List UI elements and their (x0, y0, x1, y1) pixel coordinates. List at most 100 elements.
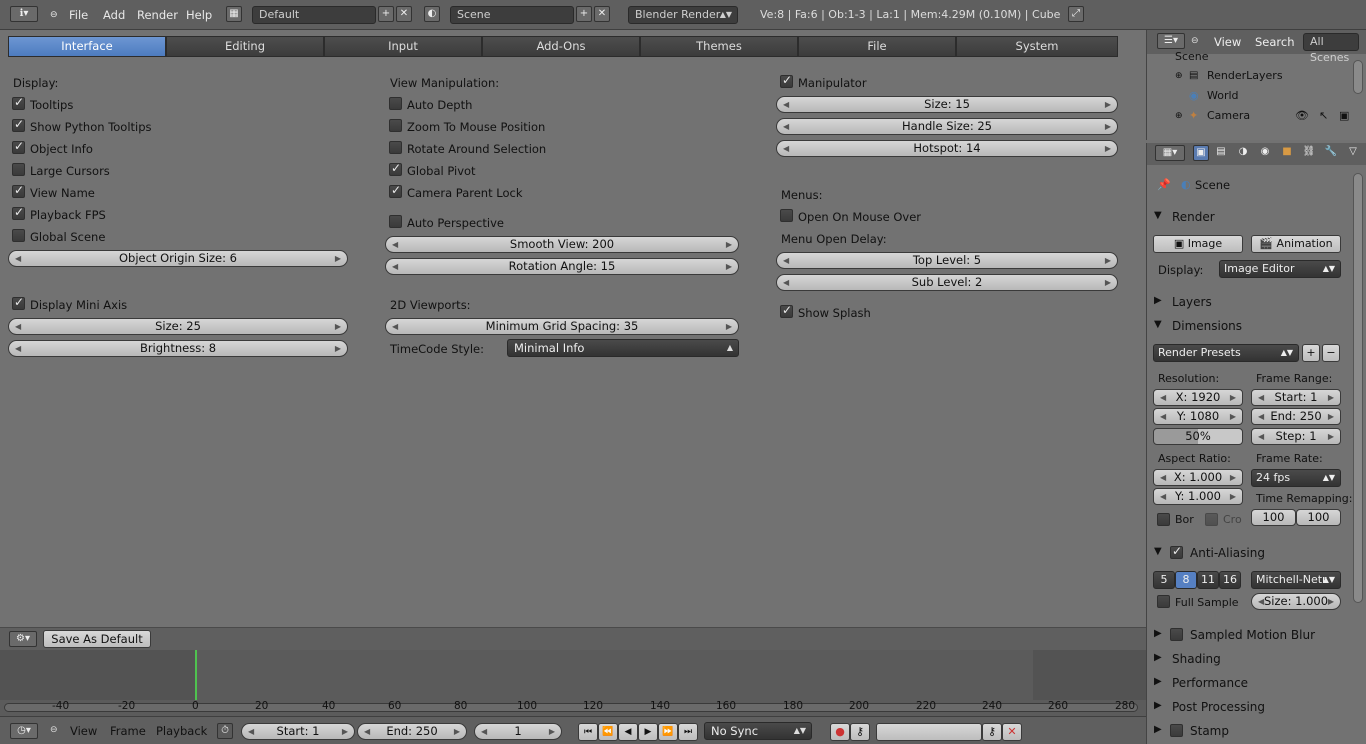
decrement-arrow-icon[interactable]: ◀ (1258, 429, 1264, 444)
dimensions-panel-header[interactable]: ▼ Dimensions (1148, 316, 1346, 338)
stamp-panel-header[interactable]: ▶ Stamp (1148, 721, 1346, 743)
jump-keyframe-back-icon[interactable]: ⏪ (598, 723, 618, 741)
resolution-y-field[interactable]: ◀ Y: 1080 ▶ (1153, 408, 1243, 425)
aa-samples-5[interactable]: 5 (1153, 571, 1175, 589)
info-editor-icon[interactable]: ℹ▾ (10, 6, 38, 22)
object-info-checkbox[interactable] (12, 139, 25, 154)
increment-arrow-icon[interactable]: ▶ (1328, 429, 1334, 444)
scene-field[interactable]: Scene (450, 6, 574, 24)
decrement-arrow-icon[interactable]: ◀ (783, 141, 789, 156)
scene-tab-icon[interactable]: ◑ (1235, 145, 1251, 161)
menu-help[interactable]: Help (186, 8, 212, 22)
play-reverse-icon[interactable]: ◀ (618, 723, 638, 741)
increment-arrow-icon[interactable]: ▶ (1230, 390, 1236, 405)
auto-depth-checkbox[interactable] (389, 97, 402, 110)
remove-scene-icon[interactable]: ✕ (594, 6, 610, 22)
end-frame-field[interactable]: ◀ End: 250 ▶ (357, 723, 467, 740)
rotate-around-selection-checkbox[interactable] (389, 141, 402, 154)
global-scene-checkbox[interactable] (12, 229, 25, 242)
render-layers-tab-icon[interactable]: ▤ (1213, 145, 1229, 161)
increment-arrow-icon[interactable]: ▶ (1105, 119, 1111, 134)
insert-keyframe-icon[interactable]: ⚷ (982, 723, 1002, 741)
auto-perspective-checkbox[interactable] (389, 215, 402, 228)
outliner-editor-icon[interactable]: ☰▾ (1157, 33, 1185, 49)
min-grid-spacing-slider[interactable]: ◀ Minimum Grid Spacing: 35 ▶ (385, 318, 739, 335)
outliner-item-renderlayers[interactable]: RenderLayers (1207, 69, 1283, 83)
remove-screen-icon[interactable]: ✕ (396, 6, 412, 22)
menu-render[interactable]: Render (137, 8, 178, 22)
add-screen-icon[interactable]: + (378, 6, 394, 22)
frame-end-field[interactable]: ◀ End: 250 ▶ (1251, 408, 1341, 425)
handle-size-slider[interactable]: ◀ Handle Size: 25 ▶ (776, 118, 1118, 135)
increment-arrow-icon[interactable]: ▶ (1105, 253, 1111, 268)
start-frame-field[interactable]: ◀ Start: 1 ▶ (241, 723, 355, 740)
show-splash-checkbox[interactable] (780, 303, 793, 318)
mini-axis-brightness-slider[interactable]: ◀ Brightness: 8 ▶ (8, 340, 348, 357)
resolution-x-field[interactable]: ◀ X: 1920 ▶ (1153, 389, 1243, 406)
save-as-default-button[interactable]: Save As Default (43, 630, 151, 648)
jump-keyframe-forward-icon[interactable]: ⏩ (658, 723, 678, 741)
render-image-button[interactable]: ▣ Image (1153, 235, 1243, 253)
add-scene-icon[interactable]: + (576, 6, 592, 22)
decrement-arrow-icon[interactable]: ◀ (1258, 390, 1264, 405)
performance-panel-header[interactable]: ▶ Performance (1148, 673, 1346, 695)
outliner-item-world[interactable]: World (1207, 89, 1239, 103)
anti-aliasing-checkbox[interactable] (1170, 544, 1183, 559)
render-animation-button[interactable]: 🎬 Animation (1251, 235, 1341, 253)
mini-axis-checkbox[interactable] (12, 295, 25, 310)
scene-icon[interactable]: ◐ (424, 6, 440, 22)
increment-arrow-icon[interactable]: ▶ (335, 319, 341, 334)
render-presets-select[interactable]: Render Presets ▲▼ (1153, 344, 1299, 362)
increment-arrow-icon[interactable]: ▶ (1328, 594, 1334, 609)
tab-editing[interactable]: Editing (166, 36, 324, 57)
cursor-icon[interactable]: ↖ (1319, 109, 1328, 123)
timeline-menu-view[interactable]: View (70, 724, 97, 738)
view-name-checkbox[interactable] (12, 183, 25, 198)
timeline-editor-icon[interactable]: ◷▾ (10, 723, 38, 739)
eye-icon[interactable]: 👁 (1295, 109, 1309, 123)
increment-arrow-icon[interactable]: ▶ (342, 724, 348, 739)
increment-arrow-icon[interactable]: ▶ (1328, 409, 1334, 424)
menu-file[interactable]: File (69, 8, 88, 22)
add-preset-button[interactable]: + (1302, 344, 1320, 362)
jump-end-icon[interactable]: ⏭ (678, 723, 698, 741)
outliner-filter-select[interactable]: All Scenes (1303, 33, 1359, 64)
jump-start-icon[interactable]: ⏮ (578, 723, 598, 741)
tab-file[interactable]: File (798, 36, 956, 57)
screen-layout-icon[interactable]: ▦ (226, 6, 242, 22)
tooltips-checkbox[interactable] (12, 95, 25, 110)
current-frame-field[interactable]: ◀ 1 ▶ (474, 723, 562, 740)
object-tab-icon[interactable]: ■ (1279, 145, 1295, 161)
sync-mode-select[interactable]: No Sync ▲▼ (704, 722, 812, 740)
python-tooltips-checkbox[interactable] (12, 117, 25, 132)
time-remap-new-field[interactable]: 100 (1296, 509, 1341, 526)
border-checkbox[interactable] (1157, 513, 1170, 526)
render-engine-select[interactable]: Blender Render ▲▼ (628, 6, 738, 24)
time-remap-old-field[interactable]: 100 (1251, 509, 1296, 526)
global-pivot-checkbox[interactable] (389, 161, 402, 176)
manipulator-size-slider[interactable]: ◀ Size: 15 ▶ (776, 96, 1118, 113)
aa-filter-size-field[interactable]: ◀ Size: 1.000 ▶ (1251, 593, 1341, 610)
resolution-percentage-slider[interactable]: 50% (1153, 428, 1243, 445)
hotspot-slider[interactable]: ◀ Hotspot: 14 ▶ (776, 140, 1118, 157)
increment-arrow-icon[interactable]: ▶ (335, 251, 341, 266)
sampled-motion-blur-panel-header[interactable]: ▶ Sampled Motion Blur (1148, 625, 1346, 647)
decrement-arrow-icon[interactable]: ◀ (1160, 470, 1166, 485)
smooth-view-slider[interactable]: ◀ Smooth View: 200 ▶ (385, 236, 739, 253)
timeline-menu-frame[interactable]: Frame (110, 724, 146, 738)
layers-panel-header[interactable]: ▶ Layers (1148, 292, 1346, 314)
expand-icon[interactable]: ⊕ (1175, 69, 1183, 83)
delete-keyframe-icon[interactable]: ✕ (1002, 723, 1022, 741)
collapse-icon[interactable]: ⊖ (50, 725, 58, 735)
stamp-checkbox[interactable] (1170, 724, 1183, 737)
increment-arrow-icon[interactable]: ▶ (1105, 275, 1111, 290)
tab-input[interactable]: Input (324, 36, 482, 57)
decrement-arrow-icon[interactable]: ◀ (392, 259, 398, 274)
increment-arrow-icon[interactable]: ▶ (1105, 141, 1111, 156)
tab-system[interactable]: System (956, 36, 1118, 57)
tab-interface[interactable]: Interface (8, 36, 166, 57)
collapse-icon[interactable]: ⊖ (50, 10, 58, 20)
keying-set-icon[interactable]: ⚷ (850, 723, 870, 741)
mini-axis-size-slider[interactable]: ◀ Size: 25 ▶ (8, 318, 348, 335)
camera-parent-lock-checkbox[interactable] (389, 183, 402, 198)
